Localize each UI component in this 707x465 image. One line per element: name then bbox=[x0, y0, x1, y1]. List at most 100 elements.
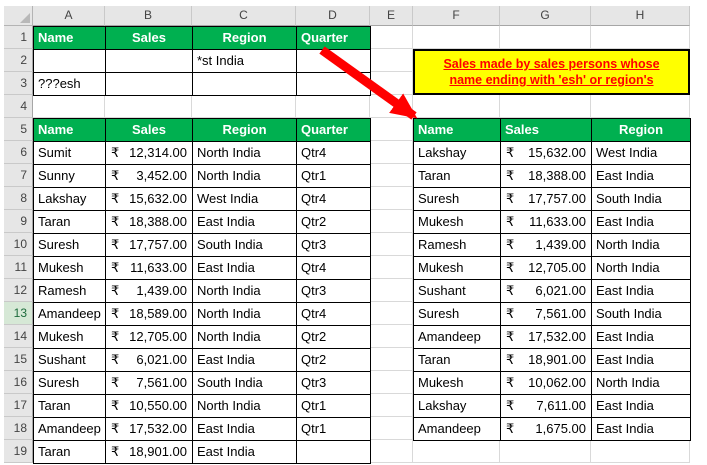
column-header-e[interactable]: E bbox=[370, 6, 413, 26]
region-cell[interactable]: North India bbox=[193, 303, 297, 326]
row-header[interactable]: 2 bbox=[4, 49, 33, 72]
column-header-c[interactable]: C bbox=[192, 6, 296, 26]
name-cell[interactable]: Amandeep bbox=[414, 326, 501, 349]
sales-cell[interactable]: ₹ 17,757.00 bbox=[106, 234, 193, 257]
row-header[interactable]: 6 bbox=[4, 141, 33, 164]
select-all-button[interactable] bbox=[4, 6, 33, 26]
name-cell[interactable]: Mukesh bbox=[414, 211, 501, 234]
quarter-cell[interactable]: Qtr1 bbox=[297, 165, 371, 188]
region-cell[interactable]: East India bbox=[592, 418, 691, 441]
sales-cell[interactable]: ₹ 15,632.00 bbox=[501, 142, 592, 165]
quarter-cell[interactable] bbox=[297, 441, 371, 464]
quarter-cell[interactable]: Qtr3 bbox=[297, 280, 371, 303]
region-cell[interactable]: East India bbox=[193, 257, 297, 280]
row-header[interactable]: 3 bbox=[4, 72, 33, 95]
row-header[interactable]: 17 bbox=[4, 394, 33, 417]
sales-cell[interactable]: ₹ 18,388.00 bbox=[501, 165, 592, 188]
name-cell[interactable]: Amandeep bbox=[34, 418, 106, 441]
criteria-region-cell[interactable] bbox=[193, 73, 297, 96]
sales-cell[interactable]: ₹ 1,675.00 bbox=[501, 418, 592, 441]
column-header-a[interactable]: A bbox=[33, 6, 105, 26]
row-header[interactable]: 15 bbox=[4, 348, 33, 371]
sales-cell[interactable]: ₹ 12,705.00 bbox=[501, 257, 592, 280]
name-cell[interactable]: Taran bbox=[414, 165, 501, 188]
sales-cell[interactable]: ₹ 18,388.00 bbox=[106, 211, 193, 234]
sales-cell[interactable]: ₹ 10,062.00 bbox=[501, 372, 592, 395]
name-cell[interactable]: Suresh bbox=[34, 234, 106, 257]
column-header-f[interactable]: F bbox=[413, 6, 500, 26]
quarter-cell[interactable]: Qtr1 bbox=[297, 418, 371, 441]
name-cell[interactable]: Mukesh bbox=[414, 372, 501, 395]
region-cell[interactable]: West India bbox=[592, 142, 691, 165]
region-cell[interactable]: North India bbox=[193, 165, 297, 188]
sales-cell[interactable]: ₹ 11,633.00 bbox=[106, 257, 193, 280]
criteria-sales-cell[interactable] bbox=[106, 73, 193, 96]
name-cell[interactable]: Sushant bbox=[414, 280, 501, 303]
region-cell[interactable]: North India bbox=[592, 372, 691, 395]
sales-cell[interactable]: ₹ 12,705.00 bbox=[106, 326, 193, 349]
criteria-header-region[interactable]: Region bbox=[193, 27, 297, 50]
right-header-sales[interactable]: Sales bbox=[501, 119, 592, 142]
criteria-name-cell[interactable]: ???esh bbox=[34, 73, 106, 96]
quarter-cell[interactable]: Qtr4 bbox=[297, 188, 371, 211]
region-cell[interactable]: North India bbox=[193, 326, 297, 349]
column-header-g[interactable]: G bbox=[500, 6, 591, 26]
note-box[interactable]: Sales made by sales persons whose name e… bbox=[413, 49, 690, 95]
red-arrow-shape[interactable] bbox=[304, 40, 454, 140]
sales-cell[interactable]: ₹ 17,532.00 bbox=[501, 326, 592, 349]
name-cell[interactable]: Lakshay bbox=[34, 188, 106, 211]
region-cell[interactable]: East India bbox=[193, 418, 297, 441]
name-cell[interactable]: Amandeep bbox=[34, 303, 106, 326]
quarter-cell[interactable]: Qtr3 bbox=[297, 372, 371, 395]
name-cell[interactable]: Sunny bbox=[34, 165, 106, 188]
row-header[interactable]: 1 bbox=[4, 26, 33, 49]
criteria-region-cell[interactable]: *st India bbox=[193, 50, 297, 73]
name-cell[interactable]: Ramesh bbox=[34, 280, 106, 303]
name-cell[interactable]: Lakshay bbox=[414, 395, 501, 418]
left-header-sales[interactable]: Sales bbox=[106, 119, 193, 142]
region-cell[interactable]: North India bbox=[592, 234, 691, 257]
left-header-name[interactable]: Name bbox=[34, 119, 106, 142]
region-cell[interactable]: South India bbox=[592, 188, 691, 211]
region-cell[interactable]: East India bbox=[592, 165, 691, 188]
name-cell[interactable]: Taran bbox=[34, 211, 106, 234]
region-cell[interactable]: West India bbox=[193, 188, 297, 211]
region-cell[interactable]: North India bbox=[193, 280, 297, 303]
sales-cell[interactable]: ₹ 18,901.00 bbox=[106, 441, 193, 464]
row-header[interactable]: 8 bbox=[4, 187, 33, 210]
name-cell[interactable]: Suresh bbox=[414, 303, 501, 326]
column-header-d[interactable]: D bbox=[296, 6, 370, 26]
row-header[interactable]: 19 bbox=[4, 440, 33, 463]
name-cell[interactable]: Mukesh bbox=[34, 326, 106, 349]
name-cell[interactable]: Sushant bbox=[34, 349, 106, 372]
quarter-cell[interactable]: Qtr4 bbox=[297, 142, 371, 165]
region-cell[interactable]: East India bbox=[193, 441, 297, 464]
region-cell[interactable]: East India bbox=[592, 280, 691, 303]
region-cell[interactable]: East India bbox=[193, 349, 297, 372]
sales-cell[interactable]: ₹ 1,439.00 bbox=[501, 234, 592, 257]
region-cell[interactable]: North India bbox=[592, 257, 691, 280]
sales-cell[interactable]: ₹ 17,532.00 bbox=[106, 418, 193, 441]
quarter-cell[interactable]: Qtr1 bbox=[297, 395, 371, 418]
column-header-b[interactable]: B bbox=[105, 6, 192, 26]
sales-cell[interactable]: ₹ 6,021.00 bbox=[501, 280, 592, 303]
name-cell[interactable]: Suresh bbox=[34, 372, 106, 395]
criteria-name-cell[interactable] bbox=[34, 50, 106, 73]
sales-cell[interactable]: ₹ 3,452.00 bbox=[106, 165, 193, 188]
region-cell[interactable]: North India bbox=[193, 395, 297, 418]
name-cell[interactable]: Amandeep bbox=[414, 418, 501, 441]
row-header[interactable]: 14 bbox=[4, 325, 33, 348]
row-header[interactable]: 11 bbox=[4, 256, 33, 279]
row-header[interactable]: 12 bbox=[4, 279, 33, 302]
sales-cell[interactable]: ₹ 7,561.00 bbox=[501, 303, 592, 326]
sales-cell[interactable]: ₹ 1,439.00 bbox=[106, 280, 193, 303]
row-header[interactable]: 5 bbox=[4, 118, 33, 141]
name-cell[interactable]: Taran bbox=[34, 441, 106, 464]
quarter-cell[interactable]: Qtr3 bbox=[297, 234, 371, 257]
column-header-h[interactable]: H bbox=[591, 6, 690, 26]
left-header-region[interactable]: Region bbox=[193, 119, 297, 142]
region-cell[interactable]: South India bbox=[193, 372, 297, 395]
sales-cell[interactable]: ₹ 15,632.00 bbox=[106, 188, 193, 211]
name-cell[interactable]: Taran bbox=[34, 395, 106, 418]
region-cell[interactable]: East India bbox=[592, 211, 691, 234]
